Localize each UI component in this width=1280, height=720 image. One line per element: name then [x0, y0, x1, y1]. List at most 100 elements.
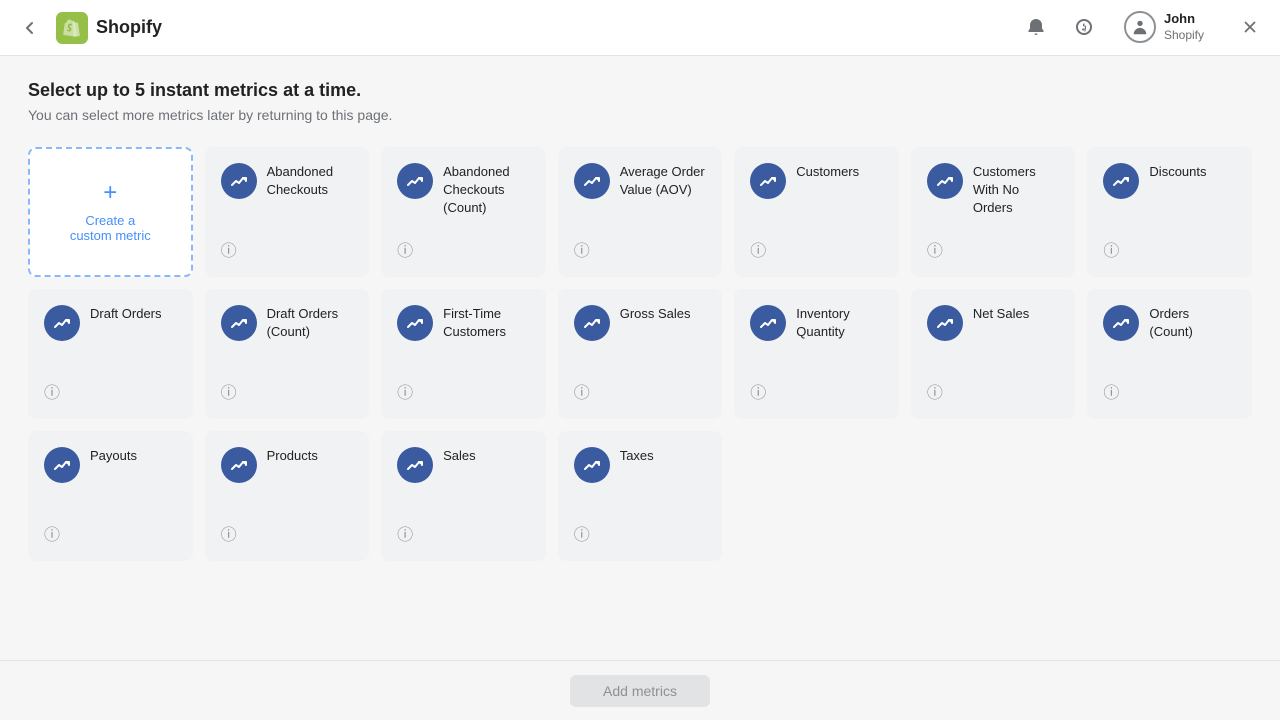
- metric-card-top: First-Time Customers: [397, 305, 530, 341]
- metric-icon: [221, 305, 257, 341]
- plus-icon: +: [103, 181, 117, 205]
- metric-icon: [221, 163, 257, 199]
- metric-icon: [397, 305, 433, 341]
- user-avatar: [1124, 11, 1156, 43]
- metric-label: Sales: [443, 447, 476, 465]
- metric-label: Customers: [796, 163, 859, 181]
- header-right: John Shopify: [1020, 7, 1264, 47]
- metric-card-top: Gross Sales: [574, 305, 707, 341]
- metric-label: Gross Sales: [620, 305, 691, 323]
- info-icon[interactable]: ⓘ: [44, 379, 177, 403]
- info-icon[interactable]: ⓘ: [750, 379, 883, 403]
- header-left: Shopify: [16, 12, 162, 44]
- main-content: Select up to 5 instant metrics at a time…: [0, 56, 1280, 660]
- create-custom-metric-card[interactable]: + Create acustom metric: [28, 147, 193, 277]
- metric-card-top: Abandoned Checkouts: [221, 163, 354, 199]
- metric-icon: [44, 305, 80, 341]
- info-icon[interactable]: ⓘ: [221, 521, 354, 545]
- metric-label: Draft Orders: [90, 305, 162, 323]
- metric-label: Discounts: [1149, 163, 1206, 181]
- info-icon[interactable]: ⓘ: [927, 237, 1060, 261]
- info-icon[interactable]: ⓘ: [397, 237, 530, 261]
- close-button[interactable]: [1236, 13, 1264, 41]
- shopify-bag-icon: [56, 12, 88, 44]
- metric-card-gross-sales[interactable]: Gross Sales ⓘ: [558, 289, 723, 419]
- metric-card-top: Discounts: [1103, 163, 1236, 199]
- metric-label: Taxes: [620, 447, 654, 465]
- info-icon[interactable]: ⓘ: [574, 521, 707, 545]
- info-icon[interactable]: ⓘ: [397, 521, 530, 545]
- add-metrics-button[interactable]: Add metrics: [570, 675, 710, 707]
- create-label: Create acustom metric: [70, 213, 151, 243]
- metric-icon: [574, 163, 610, 199]
- user-name: John: [1164, 11, 1204, 28]
- shopify-logo: Shopify: [56, 12, 162, 44]
- metric-card-top: Sales: [397, 447, 530, 483]
- metric-card-sales[interactable]: Sales ⓘ: [381, 431, 546, 561]
- info-icon[interactable]: ⓘ: [1103, 379, 1236, 403]
- metric-icon: [927, 163, 963, 199]
- metric-icon: [927, 305, 963, 341]
- metric-card-top: Taxes: [574, 447, 707, 483]
- metric-icon: [1103, 305, 1139, 341]
- metric-card-top: Average Order Value (AOV): [574, 163, 707, 199]
- metric-card-top: Payouts: [44, 447, 177, 483]
- metric-icon: [574, 447, 610, 483]
- metric-icon: [750, 163, 786, 199]
- metric-card-draft-orders[interactable]: Draft Orders ⓘ: [28, 289, 193, 419]
- notifications-button[interactable]: [1020, 11, 1052, 43]
- metric-icon: [750, 305, 786, 341]
- metric-card-discounts[interactable]: Discounts ⓘ: [1087, 147, 1252, 277]
- metric-card-customers-no-orders[interactable]: Customers With No Orders ⓘ: [911, 147, 1076, 277]
- metric-icon: [574, 305, 610, 341]
- info-icon[interactable]: ⓘ: [397, 379, 530, 403]
- help-button[interactable]: [1068, 11, 1100, 43]
- metric-icon: [1103, 163, 1139, 199]
- metric-label: Orders (Count): [1149, 305, 1236, 341]
- metric-card-first-time-customers[interactable]: First-Time Customers ⓘ: [381, 289, 546, 419]
- metric-icon: [221, 447, 257, 483]
- metric-label: Customers With No Orders: [973, 163, 1060, 218]
- info-icon[interactable]: ⓘ: [574, 237, 707, 261]
- metric-card-average-order-value[interactable]: Average Order Value (AOV) ⓘ: [558, 147, 723, 277]
- metric-label: Abandoned Checkouts: [267, 163, 354, 199]
- metric-card-customers[interactable]: Customers ⓘ: [734, 147, 899, 277]
- metric-label: Inventory Quantity: [796, 305, 883, 341]
- metric-card-orders-count[interactable]: Orders (Count) ⓘ: [1087, 289, 1252, 419]
- metric-card-draft-orders-count[interactable]: Draft Orders (Count) ⓘ: [205, 289, 370, 419]
- metric-label: Net Sales: [973, 305, 1029, 323]
- metric-card-top: Abandoned Checkouts (Count): [397, 163, 530, 218]
- metric-card-abandoned-checkouts-count[interactable]: Abandoned Checkouts (Count) ⓘ: [381, 147, 546, 277]
- metric-card-top: Customers: [750, 163, 883, 199]
- metric-label: Abandoned Checkouts (Count): [443, 163, 530, 218]
- metric-card-inventory-quantity[interactable]: Inventory Quantity ⓘ: [734, 289, 899, 419]
- metric-label: Average Order Value (AOV): [620, 163, 707, 199]
- metric-card-net-sales[interactable]: Net Sales ⓘ: [911, 289, 1076, 419]
- metric-card-taxes[interactable]: Taxes ⓘ: [558, 431, 723, 561]
- metric-icon: [397, 447, 433, 483]
- metric-card-top: Orders (Count): [1103, 305, 1236, 341]
- metric-card-products[interactable]: Products ⓘ: [205, 431, 370, 561]
- app-header: Shopify John Shopify: [0, 0, 1280, 56]
- info-icon[interactable]: ⓘ: [221, 379, 354, 403]
- info-icon[interactable]: ⓘ: [574, 379, 707, 403]
- info-icon[interactable]: ⓘ: [44, 521, 177, 545]
- info-icon[interactable]: ⓘ: [927, 379, 1060, 403]
- metric-label: Draft Orders (Count): [267, 305, 354, 341]
- footer: Add metrics: [0, 660, 1280, 720]
- metric-card-top: Inventory Quantity: [750, 305, 883, 341]
- user-menu[interactable]: John Shopify: [1116, 7, 1212, 47]
- info-icon[interactable]: ⓘ: [221, 237, 354, 261]
- page-title: Select up to 5 instant metrics at a time…: [28, 80, 1252, 101]
- metric-card-top: Draft Orders (Count): [221, 305, 354, 341]
- user-info: John Shopify: [1164, 11, 1204, 43]
- metric-card-top: Draft Orders: [44, 305, 177, 341]
- metric-card-top: Net Sales: [927, 305, 1060, 341]
- metric-card-abandoned-checkouts[interactable]: Abandoned Checkouts ⓘ: [205, 147, 370, 277]
- info-icon[interactable]: ⓘ: [750, 237, 883, 261]
- metric-card-top: Products: [221, 447, 354, 483]
- metric-label: Payouts: [90, 447, 137, 465]
- metric-card-payouts[interactable]: Payouts ⓘ: [28, 431, 193, 561]
- info-icon[interactable]: ⓘ: [1103, 237, 1236, 261]
- back-button[interactable]: [16, 14, 44, 42]
